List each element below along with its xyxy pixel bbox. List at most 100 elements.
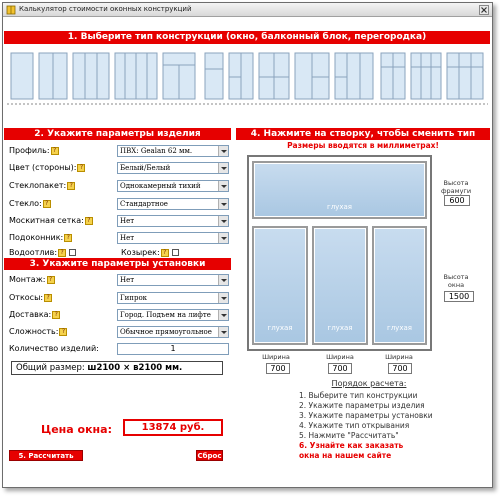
- windowsill-row: Подоконник:? Нет: [9, 232, 231, 246]
- chevron-down-icon[interactable]: [218, 293, 228, 303]
- construction-type-thumbnails[interactable]: [7, 47, 488, 107]
- help-icon[interactable]: ?: [64, 233, 73, 242]
- quantity-label: Количество изделий:: [9, 344, 99, 353]
- glass-select[interactable]: Стандартное: [117, 198, 229, 210]
- left-sash[interactable]: глухая: [252, 226, 308, 345]
- mosquito-net-value: Нет: [120, 217, 135, 225]
- chevron-down-icon[interactable]: [218, 199, 228, 209]
- title-bar: Калькулятор стоимости оконных конструкци…: [3, 3, 492, 17]
- slopes-label: Откосы:: [9, 293, 44, 302]
- installation-label: Монтаж:: [9, 275, 46, 284]
- glazing-label: Стеклопакет:: [9, 181, 67, 190]
- window-height-input[interactable]: 1500: [444, 291, 474, 302]
- glazing-value: Однокамерный тихий: [120, 182, 201, 190]
- help-icon[interactable]: ?: [77, 163, 86, 172]
- transom-height-label: Высота фрамуги: [441, 179, 471, 195]
- glass-row: Стекло:? Стандартное: [9, 198, 231, 212]
- app-icon: [6, 5, 16, 15]
- windowsill-select[interactable]: Нет: [117, 232, 229, 244]
- calculation-steps: Порядок расчета: 1. Выберите тип констру…: [299, 379, 489, 461]
- total-size-value: ш2100 × в2100 мм.: [87, 363, 183, 373]
- chevron-down-icon[interactable]: [218, 275, 228, 285]
- installation-select[interactable]: Нет: [117, 274, 229, 286]
- width-label-3: Ширина: [385, 353, 413, 361]
- chevron-down-icon[interactable]: [218, 310, 228, 320]
- help-icon[interactable]: ?: [59, 327, 68, 336]
- glass-value: Стандартное: [120, 200, 168, 208]
- section1-title: 1. Выберите тип конструкции (окно, балко…: [4, 31, 490, 44]
- construction-type-gallery: [7, 47, 488, 111]
- color-select[interactable]: Белый/Белый: [117, 162, 229, 174]
- chevron-down-icon[interactable]: [218, 163, 228, 173]
- window-height-label-line2: окна: [447, 281, 465, 289]
- mosquito-net-select[interactable]: Нет: [117, 215, 229, 227]
- section2-title: 2. Укажите параметры изделия: [4, 128, 231, 140]
- width-input-2[interactable]: 700: [328, 363, 352, 374]
- installation-row: Монтаж:? Нет: [9, 274, 231, 288]
- total-size-label: Общий размер:: [16, 363, 85, 373]
- middle-sash[interactable]: глухая: [312, 226, 368, 345]
- price-value: 13874 руб.: [123, 419, 223, 436]
- quantity-input[interactable]: 1: [117, 343, 229, 355]
- profile-label: Профиль:: [9, 146, 50, 155]
- reset-button[interactable]: Сброс: [196, 450, 223, 461]
- color-label: Цвет (стороны):: [9, 163, 77, 172]
- profile-value: ПВХ: Gealan 62 мм.: [120, 147, 193, 155]
- chevron-down-icon[interactable]: [218, 327, 228, 337]
- window-title: Калькулятор стоимости оконных конструкци…: [19, 5, 192, 13]
- help-icon[interactable]: ?: [52, 310, 61, 319]
- delivery-row: Доставка:? Город. Подъем на лифте: [9, 309, 231, 323]
- help-icon[interactable]: ?: [84, 216, 93, 225]
- delivery-label: Доставка:: [9, 310, 52, 319]
- close-icon[interactable]: [479, 5, 489, 15]
- price-label: Цена окна:: [41, 423, 112, 436]
- profile-row: Профиль:? ПВХ: Gealan 62 мм.: [9, 145, 231, 159]
- right-sash[interactable]: глухая: [372, 226, 427, 345]
- canopy-checkbox[interactable]: [171, 249, 179, 256]
- order-link[interactable]: 6. Узнайте как заказать: [299, 441, 489, 451]
- steps-header: Порядок расчета:: [331, 379, 407, 388]
- help-icon[interactable]: ?: [58, 248, 67, 257]
- profile-select[interactable]: ПВХ: Gealan 62 мм.: [117, 145, 229, 157]
- step-item: 2. Укажите параметры изделия: [299, 401, 425, 410]
- help-icon[interactable]: ?: [46, 275, 55, 284]
- mosquito-net-row: Москитная сетка:? Нет: [9, 215, 231, 229]
- glazing-select[interactable]: Однокамерный тихий: [117, 180, 229, 192]
- chevron-down-icon[interactable]: [218, 146, 228, 156]
- transom-height-label-line1: Высота: [443, 179, 469, 187]
- help-icon[interactable]: ?: [50, 146, 59, 155]
- window-preview: глухая глухая глухая глухая: [247, 155, 432, 351]
- complexity-label: Сложность:: [9, 327, 59, 336]
- width-label-2: Ширина: [326, 353, 354, 361]
- delivery-select[interactable]: Город. Подъем на лифте: [117, 309, 229, 321]
- sash-type-label: глухая: [327, 324, 353, 332]
- section4-subtitle: Размеры вводятся в миллиметрах!: [287, 141, 439, 150]
- mosquito-net-label: Москитная сетка:: [9, 216, 84, 225]
- width-input-1[interactable]: 700: [266, 363, 290, 374]
- width-input-3[interactable]: 700: [388, 363, 412, 374]
- help-icon[interactable]: ?: [44, 293, 53, 302]
- slopes-select[interactable]: Гипрок: [117, 292, 229, 304]
- transom-sash[interactable]: глухая: [252, 161, 427, 219]
- canopy-label: Козырек:: [121, 248, 160, 257]
- chevron-down-icon[interactable]: [218, 233, 228, 243]
- calculate-button[interactable]: 5. Рассчитать: [9, 450, 83, 461]
- complexity-select[interactable]: Обычное прямоугольное: [117, 326, 229, 338]
- slopes-row: Откосы:? Гипрок: [9, 292, 231, 306]
- color-value: Белый/Белый: [120, 164, 171, 172]
- transom-height-input[interactable]: 600: [444, 195, 470, 206]
- quantity-row: Количество изделий: 1: [9, 343, 231, 357]
- glazing-row: Стеклопакет:? Однокамерный тихий: [9, 180, 231, 194]
- drip-checkbox[interactable]: [69, 249, 77, 256]
- glass-label: Стекло:: [9, 199, 42, 208]
- color-row: Цвет (стороны):? Белый/Белый: [9, 162, 231, 176]
- help-icon[interactable]: ?: [160, 248, 169, 257]
- drip-label: Водоотлив:: [9, 248, 58, 257]
- chevron-down-icon[interactable]: [218, 216, 228, 226]
- help-icon[interactable]: ?: [42, 199, 51, 208]
- help-icon[interactable]: ?: [67, 181, 76, 190]
- section4-title: 4. Нажмите на створку, чтобы сменить тип: [236, 128, 490, 140]
- order-link-line2[interactable]: окна на нашем сайте: [299, 451, 489, 461]
- delivery-value: Город. Подъем на лифте: [120, 311, 211, 319]
- chevron-down-icon[interactable]: [218, 181, 228, 191]
